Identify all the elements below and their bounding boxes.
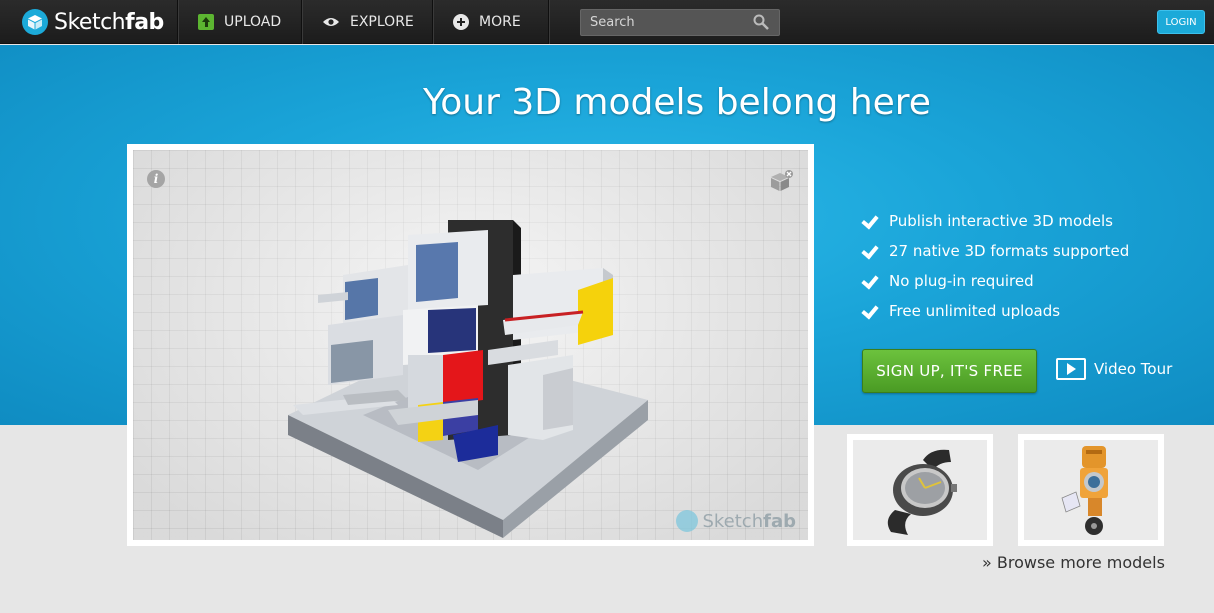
eye-icon (323, 18, 339, 26)
nav-divider (548, 0, 549, 44)
nav-explore-label: EXPLORE (350, 14, 414, 30)
checkmark-icon (862, 212, 880, 230)
feature-item: Publish interactive 3D models (862, 206, 1129, 236)
checkmark-icon (862, 272, 880, 290)
watermark-logo-icon (676, 510, 699, 532)
signup-button[interactable]: SIGN UP, IT'S FREE (862, 349, 1037, 393)
checkmark-icon (862, 302, 880, 320)
top-navigation-bar: Sketchfab UPLOAD EXPLORE MORE LOGIN (0, 0, 1214, 44)
wristwatch-image (887, 449, 957, 535)
video-tour-link[interactable]: Video Tour (1056, 358, 1172, 380)
hero-title: Your 3D models belong here (423, 82, 931, 123)
video-tour-label: Video Tour (1094, 360, 1173, 378)
login-button[interactable]: LOGIN (1157, 10, 1205, 34)
nav-explore[interactable]: EXPLORE (322, 0, 414, 44)
browse-more-models-link[interactable]: » Browse more models (982, 553, 1165, 572)
play-video-icon (1056, 358, 1086, 380)
model-thumbnail-watch[interactable] (847, 434, 993, 546)
nav-more-label: MORE (479, 14, 521, 30)
robot-image (1061, 446, 1108, 535)
viewer-canvas[interactable]: i Sketchfab (133, 150, 808, 540)
feature-item: Free unlimited uploads (862, 296, 1129, 326)
info-icon[interactable]: i (147, 170, 165, 188)
feature-item: No plug-in required (862, 266, 1129, 296)
building-model-render (288, 220, 648, 538)
search-box (580, 9, 780, 36)
sketchfab-watermark: Sketchfab (676, 510, 796, 532)
feature-list: Publish interactive 3D models 27 native … (862, 206, 1129, 326)
search-input[interactable] (581, 10, 741, 35)
sketchfab-logo[interactable]: Sketchfab (22, 8, 164, 36)
model-thumbnail-robot[interactable] (1018, 434, 1164, 546)
model-viewer[interactable]: i Sketchfab (127, 144, 814, 546)
nav-divider (301, 0, 302, 44)
logo-text: Sketchfab (54, 9, 164, 35)
logo-cube-icon (22, 9, 48, 35)
feature-item: 27 native 3D formats supported (862, 236, 1129, 266)
nav-more[interactable]: MORE (453, 0, 521, 44)
nav-divider (432, 0, 433, 44)
nav-upload-label: UPLOAD (224, 14, 282, 30)
plus-icon (453, 14, 469, 30)
search-icon[interactable] (753, 14, 769, 30)
upload-icon (198, 14, 214, 30)
nav-divider (177, 0, 178, 44)
nav-upload[interactable]: UPLOAD (198, 0, 281, 44)
checkmark-icon (862, 242, 880, 260)
cube-close-icon[interactable] (770, 170, 794, 192)
